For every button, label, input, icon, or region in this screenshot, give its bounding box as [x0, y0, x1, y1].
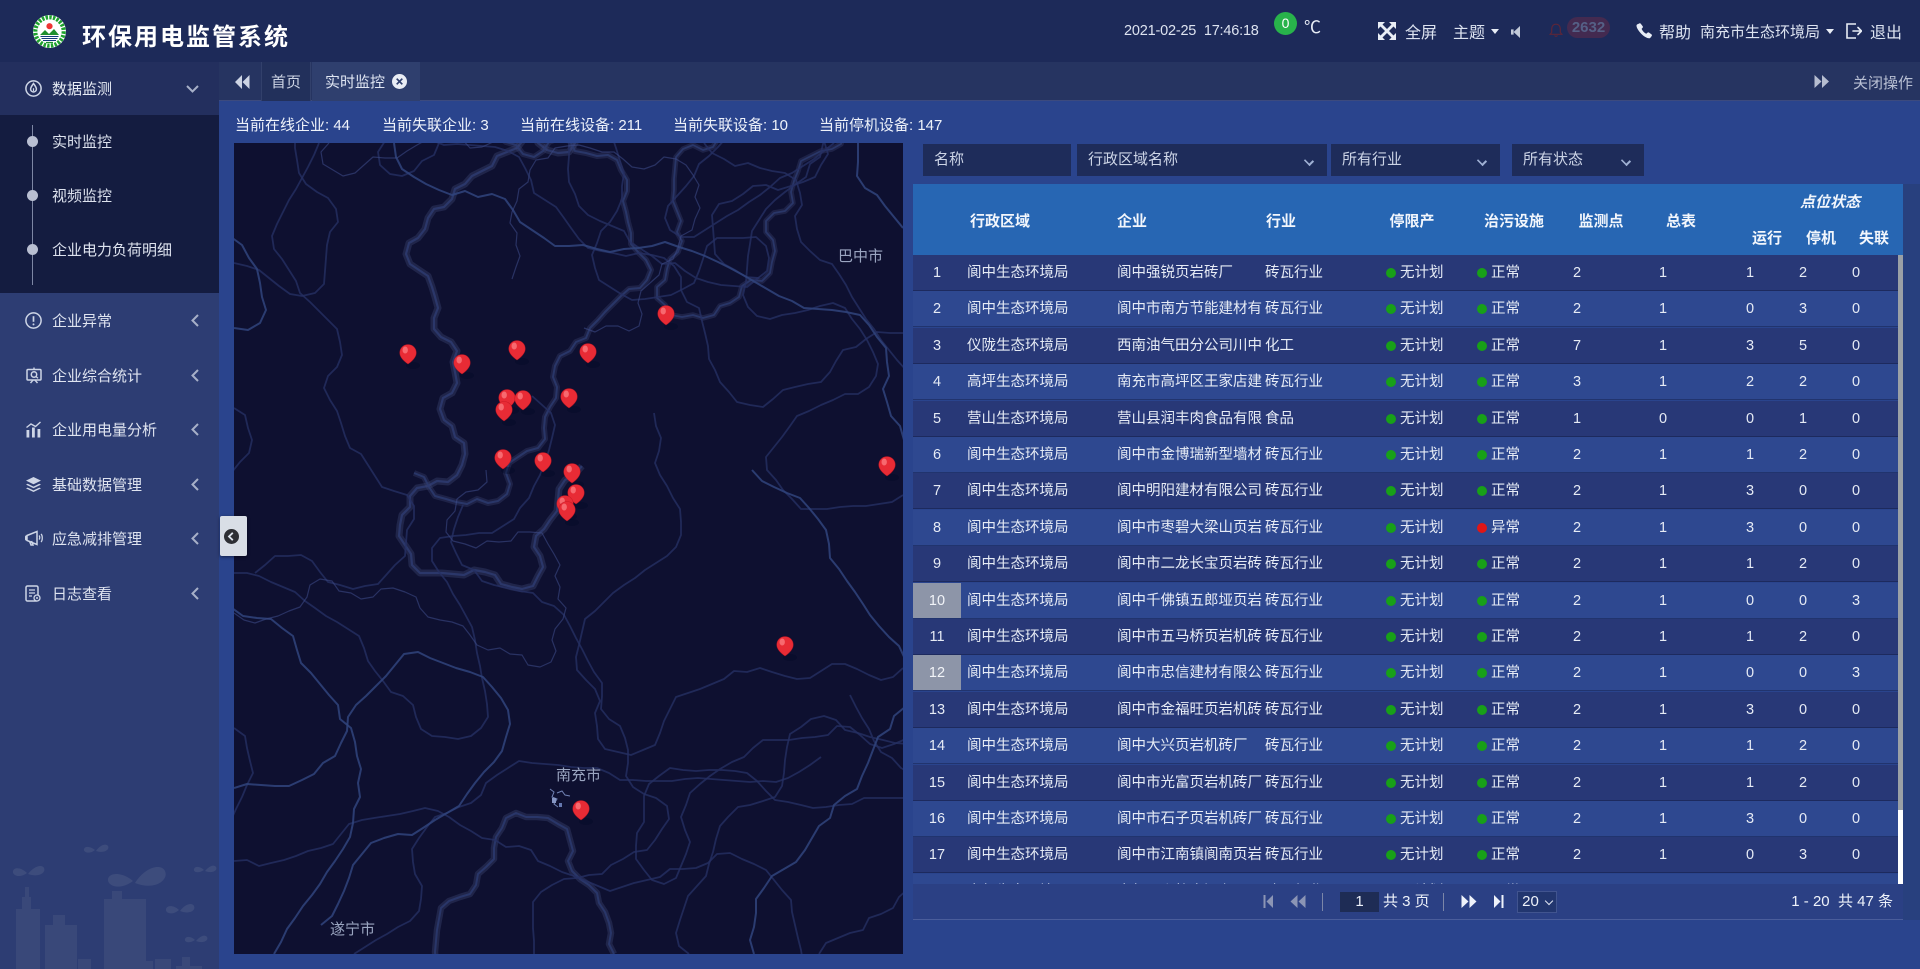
svg-text:遂宁市: 遂宁市: [330, 921, 375, 938]
svg-text:巴中市: 巴中市: [838, 248, 883, 265]
svg-text:南充市: 南充市: [556, 767, 601, 784]
